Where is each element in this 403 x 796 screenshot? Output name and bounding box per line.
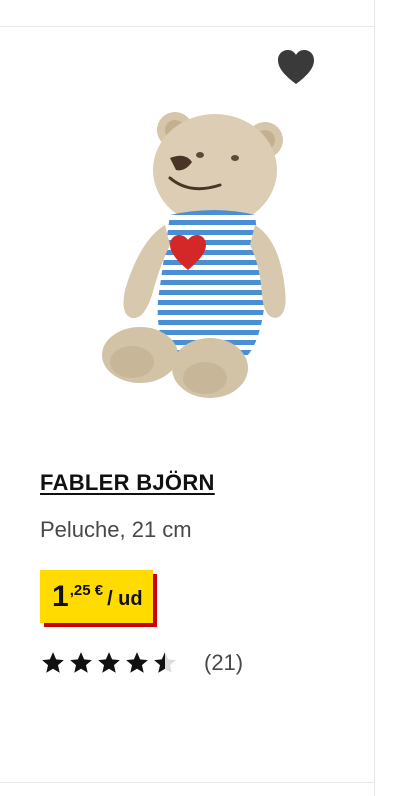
- product-name-link[interactable]: FABLER BJÖRN: [40, 470, 215, 496]
- review-count[interactable]: (21): [204, 650, 243, 676]
- top-divider: [0, 26, 375, 27]
- rating-stars: [40, 650, 178, 676]
- teddy-bear-image: [102, 112, 286, 398]
- bottom-divider: [0, 782, 375, 783]
- price-tag: 1 ,25 € / ud: [40, 570, 153, 623]
- column-divider: [374, 0, 375, 796]
- star-icon: [126, 652, 148, 673]
- half-star-icon: [154, 652, 176, 673]
- rating[interactable]: (21): [40, 650, 243, 676]
- product-description: Peluche, 21 cm: [40, 517, 192, 542]
- price-decimal: ,25 €: [69, 582, 104, 599]
- product-image[interactable]: [70, 100, 305, 410]
- star-icon: [42, 652, 64, 673]
- star-icon: [98, 652, 120, 673]
- price-integer: 1: [52, 579, 69, 613]
- favorite-button[interactable]: [276, 48, 316, 86]
- heart-icon: [278, 50, 314, 84]
- star-icon: [70, 652, 92, 673]
- price-unit: / ud: [107, 588, 143, 610]
